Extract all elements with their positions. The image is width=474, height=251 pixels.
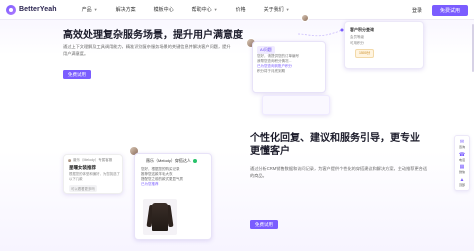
- section1-description: 通过上下文理解及工具调用能力，精准识别复杂服务场景的关键信息并解决客户问题，提升…: [63, 44, 231, 56]
- chat-lines: 您好，请提供您的订单编号 我帮您查询积分情况... 已为您查询到账户积分 积分将…: [257, 54, 323, 74]
- chat-header: 薇乐（Melody）穿搭达人: [146, 158, 197, 164]
- left-card-body: 根据您的体型和偏好，为您挑选了以下几款: [69, 172, 120, 181]
- menu-item-solutions[interactable]: 解决方案: [107, 0, 145, 20]
- menu-label: 价格: [235, 7, 246, 13]
- menu-label: 解决方案: [115, 7, 136, 13]
- floating-sidebar: ✉ 咨询 ☎ 电话 ▦ 微信 ▲ 顶部: [454, 135, 470, 191]
- menu-item-templates[interactable]: 模板中心: [145, 0, 183, 20]
- section1-try-button[interactable]: 免费试用: [63, 70, 91, 79]
- avatar: [301, 14, 309, 22]
- sidebar-item-wechat[interactable]: ▦ 微信: [459, 164, 465, 174]
- points-chip: 1500分: [355, 49, 375, 58]
- menu-item-about[interactable]: 关于我们 ▼: [255, 0, 299, 20]
- brand-logo[interactable]: BetterYeah: [6, 4, 57, 15]
- stylist-chat-card: 薇乐（Melody）穿搭达人 您好，根据您的购买记录 推荐您这款羊毛大衣 搭配您…: [134, 153, 212, 240]
- menu-label: 关于我们: [263, 7, 284, 13]
- chat-bubble: 您好，根据您的购买记录 推荐您这款羊毛大衣 搭配您之前的款式更显气质 已为您推荐: [141, 167, 205, 187]
- sidebar-item-top[interactable]: ▲ 顶部: [459, 177, 465, 187]
- customer-service-card: AI问题 您好，请提供您的订单编号 我帮您查询积分情况... 已为您查询到账户积…: [252, 41, 326, 93]
- sidebar-label: 微信: [458, 170, 465, 175]
- recommendation-card: 薇乐（Melody）专属客服 星曜女装推荐 根据您的体型和偏好，为您挑选了以下几…: [63, 154, 123, 194]
- menu-item-help[interactable]: 帮助中心 ▼: [183, 0, 227, 20]
- chat-line: 已为您推荐: [141, 182, 159, 186]
- chevron-down-icon: ▼: [213, 7, 218, 12]
- brand-name: BetterYeah: [19, 6, 57, 13]
- top-navbar: BetterYeah 产品 ▼ 解决方案 模板中心 帮助中心 ▼ 价格 关于我们 ▼ …: [0, 0, 474, 20]
- left-card-head: 薇乐（Melody）专属客服: [73, 158, 113, 162]
- sidebar-label: 咨询: [458, 145, 465, 150]
- chevron-down-icon: ▼: [93, 7, 98, 12]
- points-row: 可用积分: [350, 41, 364, 45]
- points-panel: 客户积分查询 会员等级 可用积分 1500分: [344, 21, 424, 69]
- coat-product-image[interactable]: [143, 199, 177, 235]
- points-row: 会员等级: [350, 35, 364, 39]
- sidebar-label: 顶部: [458, 182, 465, 187]
- chat-line: 积分将于月底到期: [257, 69, 285, 73]
- main-menu: 产品 ▼ 解决方案 模板中心 帮助中心 ▼ 价格 关于我们 ▼: [73, 0, 299, 20]
- menu-item-products[interactable]: 产品 ▼: [73, 0, 107, 20]
- sidebar-item-consult[interactable]: ✉ 咨询: [459, 139, 465, 149]
- sidebar-item-phone[interactable]: ☎ 电话: [459, 152, 465, 162]
- free-trial-button[interactable]: 免费试用: [431, 4, 468, 16]
- ai-tag: AI问题: [257, 46, 275, 54]
- login-link[interactable]: 登录: [412, 7, 422, 14]
- section2-title: 个性化回复、建议和服务引导，更专业更懂客户: [250, 133, 420, 157]
- chat-name: 薇乐（Melody）穿搭达人: [146, 158, 191, 163]
- mini-panel: [262, 95, 330, 115]
- menu-label: 模板中心: [153, 7, 174, 13]
- section2-try-button[interactable]: 免费试用: [250, 220, 278, 229]
- chevron-down-icon: ▼: [285, 7, 290, 12]
- avatar: [67, 158, 72, 163]
- coat-body: [152, 203, 168, 231]
- menu-label: 帮助中心: [191, 7, 212, 13]
- section2-description: 通过分析CRM销售数据和访问记录，为客户提供个性化的穿搭建议和解决方案，主动推荐…: [250, 166, 428, 178]
- points-panel-title: 客户积分查询: [350, 27, 374, 32]
- sidebar-label: 电话: [458, 157, 465, 162]
- logo-icon: [6, 4, 16, 15]
- section1-title: 高效处理复杂服务场景，提升用户满意度: [63, 30, 243, 41]
- online-status-icon: [192, 159, 197, 163]
- menu-item-pricing[interactable]: 价格: [227, 0, 255, 20]
- menu-label: 产品: [81, 7, 92, 13]
- left-card-title: 星曜女装推荐: [69, 165, 96, 170]
- left-card-chip[interactable]: 可以看看更多吗: [69, 185, 97, 192]
